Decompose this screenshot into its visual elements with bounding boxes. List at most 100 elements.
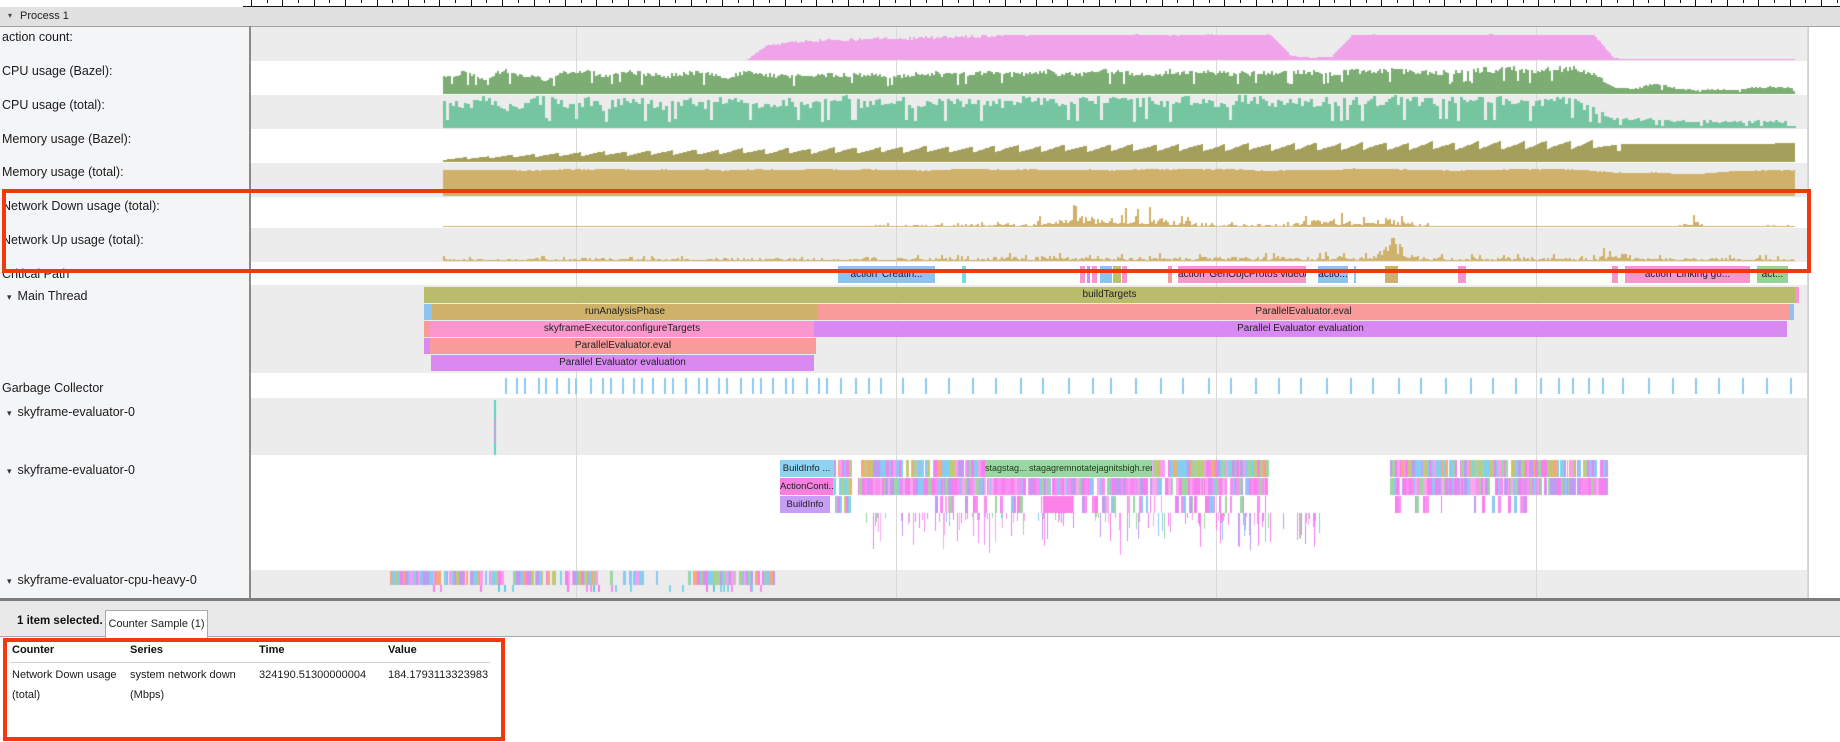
- ruler-tick: [565, 0, 566, 6]
- sidebar-track-label: CPU usage (total):: [2, 98, 105, 112]
- collapse-triangle-icon[interactable]: ▾: [7, 408, 12, 418]
- collapse-triangle-icon[interactable]: ▾: [7, 576, 12, 586]
- slice-block[interactable]: buildTargets: [424, 287, 1795, 303]
- ruler-tick: [1790, 0, 1791, 6]
- timeline-ruler[interactable]: [0, 0, 1840, 7]
- ruler-tick: [612, 0, 613, 3]
- tab-counter-sample[interactable]: Counter Sample (1): [105, 610, 208, 638]
- slice-block[interactable]: runAnalysisPhase: [432, 304, 818, 320]
- ruler-tick: [1633, 0, 1634, 6]
- track-name: CPU usage (total):: [2, 98, 105, 112]
- ruler-tick: [1366, 0, 1367, 3]
- ruler-tick: [1460, 0, 1461, 3]
- slice-sliver[interactable]: [424, 304, 432, 320]
- details-tabbar: 1 item selected. Counter Sample (1): [0, 601, 1840, 637]
- ruler-tick: [424, 0, 425, 3]
- ruler-tick: [392, 0, 393, 3]
- ruler-tick: [1256, 0, 1257, 6]
- annotation-red-box: [3, 638, 505, 741]
- ruler-tick: [1099, 0, 1100, 6]
- sidebar-track-label[interactable]: ▾Main Thread: [7, 289, 87, 303]
- ruler-tick: [644, 0, 645, 3]
- sidebar-track-label[interactable]: ▾skyframe-evaluator-0: [7, 463, 135, 477]
- ruler-tick: [502, 0, 503, 6]
- slice-block[interactable]: BuildInfo ...: [780, 460, 833, 477]
- sidebar-divider[interactable]: [249, 26, 251, 598]
- ruler-tick: [1774, 0, 1775, 3]
- ruler-tick: [581, 0, 582, 3]
- ruler-tick: [1727, 0, 1728, 6]
- track-name: Memory usage (total):: [2, 165, 124, 179]
- slice-block[interactable]: Parallel Evaluator evaluation: [814, 321, 1787, 337]
- ruler-tick: [1083, 0, 1084, 3]
- ruler-tick: [251, 0, 252, 6]
- ruler-tick: [1115, 0, 1116, 3]
- ruler-tick: [439, 0, 440, 6]
- sidebar-track-label[interactable]: ▾ skyframe-evaluator-0: [7, 405, 135, 419]
- ruler-tick: [722, 0, 723, 6]
- ruler-tick: [1036, 0, 1037, 6]
- ruler-tick: [1476, 0, 1477, 6]
- ruler-tick: [1570, 0, 1571, 6]
- ruler-tick: [1272, 0, 1273, 3]
- ruler-tick: [1240, 0, 1241, 3]
- ruler-tick: [361, 0, 362, 3]
- slice-block[interactable]: BuildInfo: [780, 496, 830, 513]
- selection-status: 1 item selected.: [17, 615, 103, 627]
- ruler-tick: [816, 0, 817, 6]
- ruler-tick: [1303, 0, 1304, 3]
- slice-block-green[interactable]: stagstag... stagagremnotatejagnitsbigh.r…: [985, 460, 1152, 477]
- sidebar-track-label[interactable]: ▾skyframe-evaluator-cpu-heavy-0: [7, 573, 197, 587]
- ruler-tick: [769, 0, 770, 3]
- ruler-tick: [518, 0, 519, 3]
- ruler-tick: [455, 0, 456, 3]
- ruler-tick: [345, 0, 346, 6]
- ruler-tick: [863, 0, 864, 3]
- annotation-red-box: [2, 189, 1811, 273]
- ruler-tick: [1805, 0, 1806, 3]
- ruler-tick: [267, 0, 268, 3]
- track-name: skyframe-evaluator-0: [18, 405, 135, 419]
- ruler-tick: [1429, 0, 1430, 3]
- ruler-tick: [1444, 0, 1445, 6]
- ruler-tick: [675, 0, 676, 3]
- slice-sliver[interactable]: [1795, 287, 1799, 303]
- track-name: action count:: [2, 30, 73, 44]
- ruler-tick: [1648, 0, 1649, 3]
- sidebar-track-label: Memory usage (total):: [2, 165, 124, 179]
- ruler-tick: [785, 0, 786, 6]
- slice-block[interactable]: skyframeExecutor.configureTargets: [430, 321, 814, 337]
- ruler-tick: [1664, 0, 1665, 6]
- collapse-triangle-icon[interactable]: ▾: [7, 292, 12, 302]
- slice-block[interactable]: ActionConti...: [780, 478, 833, 495]
- slice-sliver[interactable]: [1789, 304, 1794, 320]
- ruler-tick: [659, 0, 660, 6]
- ruler-tick: [298, 0, 299, 3]
- sidebar-track-label: action count:: [2, 30, 73, 44]
- process-title: Process 1: [20, 10, 69, 22]
- ruler-tick: [738, 0, 739, 3]
- sidebar-track-label: CPU usage (Bazel):: [2, 64, 112, 78]
- slice-block[interactable]: ParallelEvaluator.eval: [430, 338, 816, 354]
- ruler-tick: [1695, 0, 1696, 6]
- ruler-tick: [1287, 0, 1288, 6]
- ruler-tick: [314, 0, 315, 6]
- ruler-tick: [691, 0, 692, 6]
- ruler-tick: [706, 0, 707, 3]
- ruler-tick: [848, 0, 849, 6]
- ruler-tick: [1837, 0, 1838, 3]
- ruler-tick: [1711, 0, 1712, 3]
- ruler-tick: [926, 0, 927, 3]
- ruler-tick: [549, 0, 550, 3]
- collapse-triangle-icon[interactable]: ▾: [8, 11, 12, 20]
- ruler-tick: [1397, 0, 1398, 3]
- collapse-triangle-icon[interactable]: ▾: [7, 466, 12, 476]
- ruler-tick: [408, 0, 409, 6]
- process-header[interactable]: ▾ Process 1: [0, 7, 1840, 27]
- slice-block[interactable]: Parallel Evaluator evaluation: [431, 355, 814, 371]
- ruler-tick: [596, 0, 597, 6]
- ruler-tick: [895, 0, 896, 3]
- track-sidebar: action count: CPU usage (Bazel): CPU usage…: [0, 26, 249, 598]
- slice-block[interactable]: ParallelEvaluator.eval: [818, 304, 1789, 320]
- ruler-tick: [1162, 0, 1163, 6]
